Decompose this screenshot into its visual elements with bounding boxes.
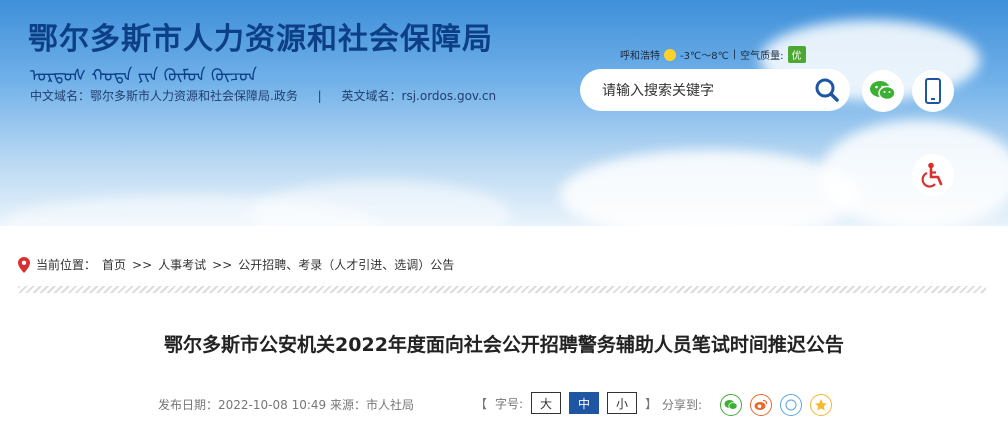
header-banner: 鄂尔多斯市人力资源和社会保障局 ᠣᠷᠳᠣᠰ ᠬᠣᠲᠠ ᠶᠢᠨ ᠬᠦᠮᠦᠨ ᠬᠦᠴ… bbox=[0, 0, 1008, 226]
breadcrumb-personnel-exam[interactable]: 人事考试 bbox=[158, 256, 206, 273]
wechat-button[interactable] bbox=[862, 70, 904, 112]
qq-icon bbox=[785, 399, 797, 411]
mobile-phone-icon bbox=[925, 78, 941, 104]
publish-date: 2022-10-08 10:49 bbox=[218, 398, 327, 412]
search-input[interactable] bbox=[602, 82, 814, 98]
sun-icon bbox=[664, 48, 676, 61]
weather-widget: 呼和浩特 -3℃～8℃ | 空气质量: 优 bbox=[620, 46, 806, 63]
cloud-decoration bbox=[560, 150, 860, 226]
breadcrumb-home[interactable]: 首页 bbox=[102, 256, 126, 273]
breadcrumb: 当前位置： 首页 >> 人事考试 >> 公开招聘、考录（人才引进、选调）公告 bbox=[18, 256, 454, 273]
location-pin-icon bbox=[18, 256, 30, 273]
wechat-icon bbox=[870, 81, 896, 101]
font-size-medium-button[interactable]: 中 bbox=[569, 392, 600, 414]
site-title[interactable]: 鄂尔多斯市人力资源和社会保障局 bbox=[28, 14, 493, 58]
breadcrumb-label: 当前位置： bbox=[36, 258, 97, 272]
share-qzone-button[interactable] bbox=[810, 394, 832, 416]
weather-temp: -3℃～8℃ bbox=[680, 51, 729, 62]
font-size-small-button[interactable]: 小 bbox=[607, 392, 638, 414]
article-title: 鄂尔多斯市公安机关2022年度面向社会公开招聘警务辅助人员笔试时间推迟公告 bbox=[164, 334, 844, 356]
bracket-open: 【 bbox=[475, 396, 488, 411]
mongolian-title: ᠣᠷᠳᠣᠰ ᠬᠣᠲᠠ ᠶᠢᠨ ᠬᠦᠮᠦᠨ ᠬᠦᠴᠦᠨ bbox=[30, 66, 257, 86]
search-box bbox=[580, 69, 850, 111]
accessibility-button[interactable] bbox=[912, 154, 954, 196]
publish-label: 发布日期： bbox=[158, 398, 219, 412]
accessibility-icon bbox=[921, 162, 943, 188]
source: 市人社局 bbox=[366, 398, 415, 412]
article-meta: 发布日期：2022-10-08 10:49 来源：市人社局 bbox=[158, 396, 414, 413]
breadcrumb-recruitment-notice[interactable]: 公开招聘、考录（人才引进、选调）公告 bbox=[238, 256, 454, 273]
bracket-close: 】 bbox=[645, 396, 658, 411]
mobile-button[interactable] bbox=[912, 70, 954, 112]
font-size-large-button[interactable]: 大 bbox=[531, 392, 562, 414]
share-qq-button[interactable] bbox=[780, 394, 802, 416]
share-weibo-button[interactable] bbox=[750, 394, 772, 416]
en-domain: 英文域名：rsj.ordos.gov.cn bbox=[341, 89, 497, 103]
share-wechat-button[interactable] bbox=[720, 394, 742, 416]
air-quality-label: 空气质量: bbox=[740, 51, 784, 62]
breadcrumb-separator: >> bbox=[132, 257, 153, 272]
source-label: 来源： bbox=[329, 398, 366, 412]
weather-separator: | bbox=[732, 49, 737, 60]
divider bbox=[18, 286, 986, 293]
breadcrumb-separator: >> bbox=[212, 257, 233, 272]
wechat-icon bbox=[724, 400, 738, 410]
cn-domain: 中文域名：鄂尔多斯市人力资源和社会保障局.政务 bbox=[30, 89, 298, 103]
search-icon[interactable] bbox=[814, 77, 840, 103]
domain-info: 中文域名：鄂尔多斯市人力资源和社会保障局.政务 | 英文域名：rsj.ordos… bbox=[30, 87, 496, 104]
font-size-controls: 【 字号: 大 中 小 】 bbox=[475, 392, 657, 414]
star-icon bbox=[815, 399, 827, 411]
font-size-label: 字号: bbox=[495, 396, 524, 411]
domain-separator: | bbox=[317, 89, 322, 103]
weibo-icon bbox=[754, 399, 768, 410]
weather-city: 呼和浩特 bbox=[620, 51, 660, 62]
air-quality-badge: 优 bbox=[787, 46, 806, 63]
share-label: 分享到: bbox=[662, 398, 703, 412]
